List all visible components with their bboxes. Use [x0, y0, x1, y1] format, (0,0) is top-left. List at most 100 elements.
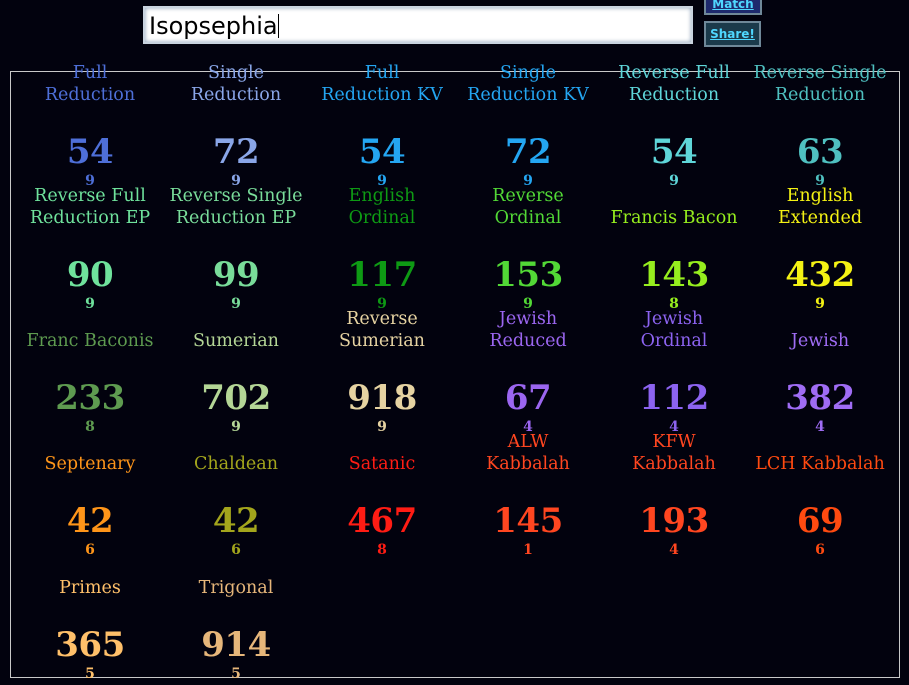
match-button[interactable]: Match	[704, 0, 762, 15]
cipher-name-line1: Reverse Full	[34, 186, 146, 206]
cipher-reduced-value: 5	[85, 666, 95, 682]
cipher-cell: LCH Kabbalah 69 6	[747, 454, 893, 561]
cipher-name[interactable]: Francis Bacon	[597, 207, 751, 229]
cipher-name[interactable]: Reverse Full Reduction EP	[13, 185, 167, 229]
cipher-name[interactable]: Reverse Sumerian	[305, 308, 459, 352]
cipher-name[interactable]: Trigonal	[159, 577, 313, 599]
cipher-value: 918	[347, 378, 417, 418]
cipher-cell: Reverse Single Reduction 63 9	[747, 63, 893, 192]
cipher-value: 69	[796, 501, 844, 541]
cipher-reduced-value: 9	[231, 296, 241, 312]
cipher-name[interactable]: English Ordinal	[305, 185, 459, 229]
cipher-cell: Trigonal 914 5	[163, 578, 309, 685]
cipher-cell: Chaldean 42 6	[163, 454, 309, 561]
cipher-name-line2: Reduction KV	[467, 85, 589, 105]
cipher-reduced-value: 6	[85, 542, 95, 558]
cipher-name-line1: Reverse Full	[618, 63, 730, 83]
cipher-name-line2: Ordinal	[640, 331, 708, 351]
cipher-value: 54	[66, 132, 114, 172]
cipher-value: 153	[493, 255, 563, 295]
cipher-name[interactable]: Septenary	[13, 453, 167, 475]
cipher-value: 467	[347, 501, 417, 541]
cipher-name-line2: Jewish	[790, 331, 850, 351]
cipher-name-line2: Chaldean	[194, 454, 278, 474]
cipher-cell: ALW Kabbalah 145 1	[455, 432, 601, 561]
cipher-name[interactable]: LCH Kabbalah	[743, 453, 897, 475]
cipher-cell: Sumerian 702 9	[163, 331, 309, 438]
cipher-name[interactable]: Primes	[13, 577, 167, 599]
cipher-value: 54	[650, 132, 698, 172]
cipher-name-line1: Reverse Single	[169, 186, 303, 206]
cipher-name-line1: Full	[72, 63, 108, 83]
cipher-reduced-value: 9	[231, 419, 241, 435]
cipher-name[interactable]: Full Reduction	[13, 62, 167, 106]
cipher-value: 63	[796, 132, 844, 172]
cipher-name-line2: Reduction EP	[175, 208, 297, 228]
cipher-name[interactable]: Jewish Reduced	[451, 308, 605, 352]
cipher-name-line2: Reduction KV	[321, 85, 443, 105]
cipher-name[interactable]: Reverse Ordinal	[451, 185, 605, 229]
text-caret	[277, 14, 279, 38]
cipher-name[interactable]: Reverse Single Reduction	[743, 62, 897, 106]
cipher-cell: Single Reduction 72 9	[163, 63, 309, 192]
cipher-name[interactable]: Franc Baconis	[13, 330, 167, 352]
cipher-value: 382	[785, 378, 855, 418]
cipher-results-panel: Full Reduction 54 9 Single Reduction 72 9 Full Re…	[10, 63, 900, 682]
cipher-value: 117	[347, 255, 417, 295]
cipher-name-line1: Single	[499, 63, 556, 83]
cipher-value: 432	[785, 255, 855, 295]
cipher-name-line1: KFW	[652, 432, 696, 452]
cipher-name[interactable]: Sumerian	[159, 330, 313, 352]
cipher-name-line2: Reduction EP	[29, 208, 151, 228]
cipher-value: 67	[504, 378, 552, 418]
cipher-name[interactable]: Single Reduction KV	[451, 62, 605, 106]
cipher-name-line2: Extended	[777, 208, 863, 228]
cipher-name[interactable]: Satanic	[305, 453, 459, 475]
cipher-name-line1: ALW	[507, 432, 549, 452]
cipher-cell: KFW Kabbalah 193 4	[601, 432, 747, 561]
cipher-name[interactable]: Chaldean	[159, 453, 313, 475]
cipher-cell: Jewish Ordinal 112 4	[601, 309, 747, 438]
cipher-name[interactable]: Reverse Full Reduction	[597, 62, 751, 106]
cipher-reduced-value: 8	[377, 542, 387, 558]
cipher-name[interactable]: English Extended	[743, 185, 897, 229]
cipher-cell: Francis Bacon 143 8	[601, 208, 747, 315]
cipher-name-line2: Ordinal	[348, 208, 416, 228]
cipher-name-line2: Reduction	[190, 85, 282, 105]
cipher-name-line2: Ordinal	[494, 208, 562, 228]
search-input-text: Isopsephia	[149, 12, 278, 40]
cipher-cell: Jewish 382 4	[747, 331, 893, 438]
cipher-name[interactable]: Single Reduction	[159, 62, 313, 106]
cipher-name-line2: Sumerian	[339, 331, 425, 351]
cipher-reduced-value: 8	[85, 419, 95, 435]
cipher-value: 914	[201, 625, 271, 665]
cipher-cell: Reverse Full Reduction 54 9	[601, 63, 747, 192]
search-input[interactable]: Isopsephia	[143, 6, 693, 44]
cipher-value: 365	[55, 625, 125, 665]
cipher-name[interactable]: Full Reduction KV	[305, 62, 459, 106]
cipher-name-line2: LCH Kabbalah	[755, 454, 885, 474]
cipher-reduced-value: 6	[815, 542, 825, 558]
cipher-name-line2: Primes	[59, 578, 121, 598]
cipher-name-line1: Jewish	[498, 309, 558, 329]
cipher-cell: Single Reduction KV 72 9	[455, 63, 601, 192]
cipher-reduced-value: 9	[377, 419, 387, 435]
cipher-cell: Primes 365 5	[17, 578, 163, 685]
cipher-name[interactable]: KFW Kabbalah	[597, 431, 751, 475]
cipher-name-line2: Kabbalah	[486, 454, 570, 474]
cipher-value: 90	[66, 255, 114, 295]
cipher-value: 99	[212, 255, 260, 295]
cipher-name[interactable]: Reverse Single Reduction EP	[159, 185, 313, 229]
cipher-name-line2: Satanic	[348, 454, 416, 474]
cipher-cell: Franc Baconis 233 8	[17, 331, 163, 438]
cipher-name[interactable]: ALW Kabbalah	[451, 431, 605, 475]
share-button[interactable]: Share!	[704, 21, 761, 47]
cipher-name-line2: Reduction	[44, 85, 136, 105]
cipher-reduced-value: 4	[669, 542, 679, 558]
cipher-name-line1: Reverse	[492, 186, 564, 206]
cipher-cell: Full Reduction 54 9	[17, 63, 163, 192]
cipher-name[interactable]: Jewish	[743, 330, 897, 352]
cipher-name-line2: Reduction	[628, 85, 720, 105]
cipher-cell: Satanic 467 8	[309, 454, 455, 561]
cipher-name[interactable]: Jewish Ordinal	[597, 308, 751, 352]
